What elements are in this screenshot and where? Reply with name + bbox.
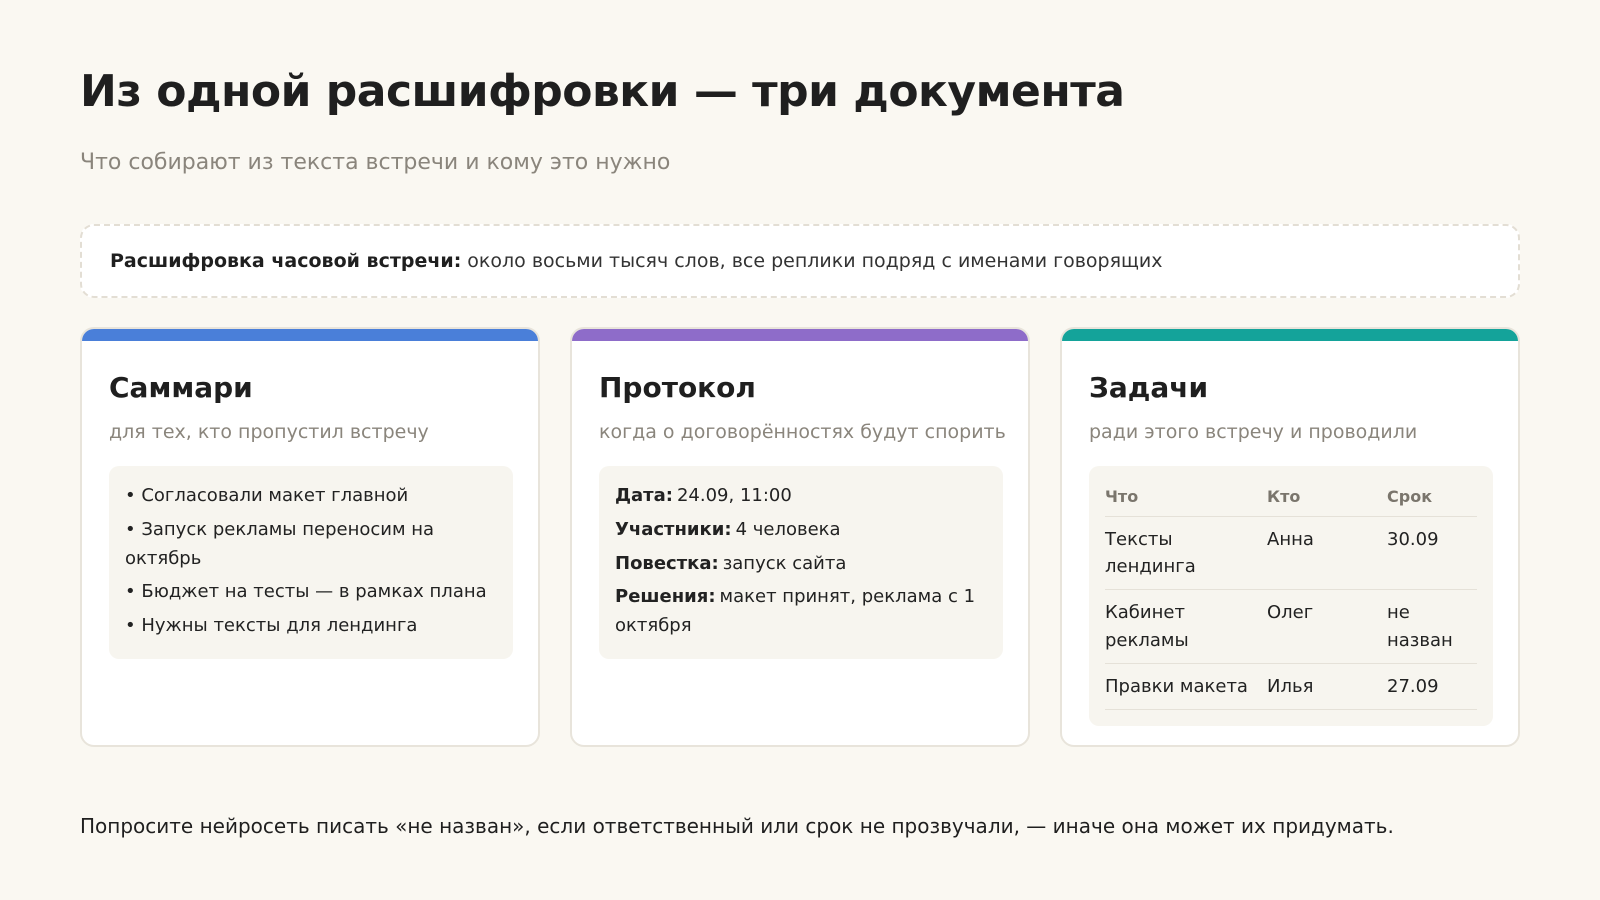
table-header-row: Что Кто Срок [1105,480,1477,517]
column-header-what: Что [1105,480,1267,517]
task-what: Правки макета [1105,663,1267,711]
protocol-fields: Дата: 24.09, 11:00 Участники: 4 человека П… [599,466,1003,659]
summary-item: • Нужны тексты для лендинга [125,615,418,637]
task-due: 27.09 [1387,663,1477,711]
footer-note: Попросите нейросеть писать «не назван», … [80,814,1394,838]
table-row: Тексты лендинга Анна 30.09 [1105,516,1477,591]
tasks-table: Что Кто Срок Тексты лендинга Анна 30.09 … [1105,480,1477,711]
field-label: Дата: [615,485,673,506]
protocol-field-decisions: Решения: макет принят, реклама с 1 октябр… [615,583,987,641]
protocol-title: Протокол [599,371,756,404]
table-row: Кабинет рекламы Олег не назван [1105,589,1477,665]
summary-card: Саммари для тех, кто пропустил встречу •… [80,327,540,747]
task-who: Анна [1267,516,1387,591]
task-who: Илья [1267,663,1387,711]
source-label: Расшифровка часовой встречи: [110,250,462,272]
summary-accent-bar [82,329,538,341]
task-due: не назван [1387,589,1477,665]
page-subtitle: Что собирают из текста встречи и кому эт… [80,150,671,175]
protocol-field-agenda: Повестка: запуск сайта [615,550,987,579]
task-due: 30.09 [1387,516,1477,591]
summary-item: • Согласовали макет главной [125,485,409,506]
table-row: Правки макета Илья 27.09 [1105,663,1477,711]
summary-item: • Запуск рекламы переносим на октябрь [125,518,435,569]
tasks-accent-bar [1062,329,1518,341]
tasks-card: Задачи ради этого встречу и проводили Чт… [1060,327,1520,747]
tasks-table-box: Что Кто Срок Тексты лендинга Анна 30.09 … [1089,466,1493,727]
source-box: Расшифровка часовой встречи: около восьм… [80,224,1520,298]
field-value: запуск сайта [722,552,847,574]
task-who: Олег [1267,589,1387,665]
task-what: Кабинет рекламы [1105,589,1267,665]
field-value: 24.09, 11:00 [676,485,792,506]
protocol-field-date: Дата: 24.09, 11:00 [615,482,987,511]
field-label: Решения: [615,586,716,608]
protocol-accent-bar [572,329,1028,341]
page-title: Из одной расшифровки — три документа [80,66,1125,117]
field-label: Участники: [615,518,732,540]
tasks-subtitle: ради этого встречу и проводили [1089,421,1418,443]
source-text: около восьми тысяч слов, все реплики под… [467,250,1163,272]
summary-list: • Согласовали макет главной • Запуск рек… [109,466,513,659]
protocol-card: Протокол когда о договорённостях будут с… [570,327,1030,747]
summary-subtitle: для тех, кто пропустил встречу [109,421,429,443]
summary-item: • Бюджет на тесты — в рамках плана [125,581,487,603]
column-header-who: Кто [1267,480,1387,517]
field-label: Повестка: [615,552,719,574]
protocol-subtitle: когда о договорённостях будут спорить [599,421,1006,443]
tasks-title: Задачи [1089,371,1209,404]
task-what: Тексты лендинга [1105,516,1267,591]
column-header-due: Срок [1387,480,1477,517]
summary-title: Саммари [109,371,253,404]
field-value: 4 человека [735,518,841,540]
protocol-field-participants: Участники: 4 человека [615,516,987,545]
